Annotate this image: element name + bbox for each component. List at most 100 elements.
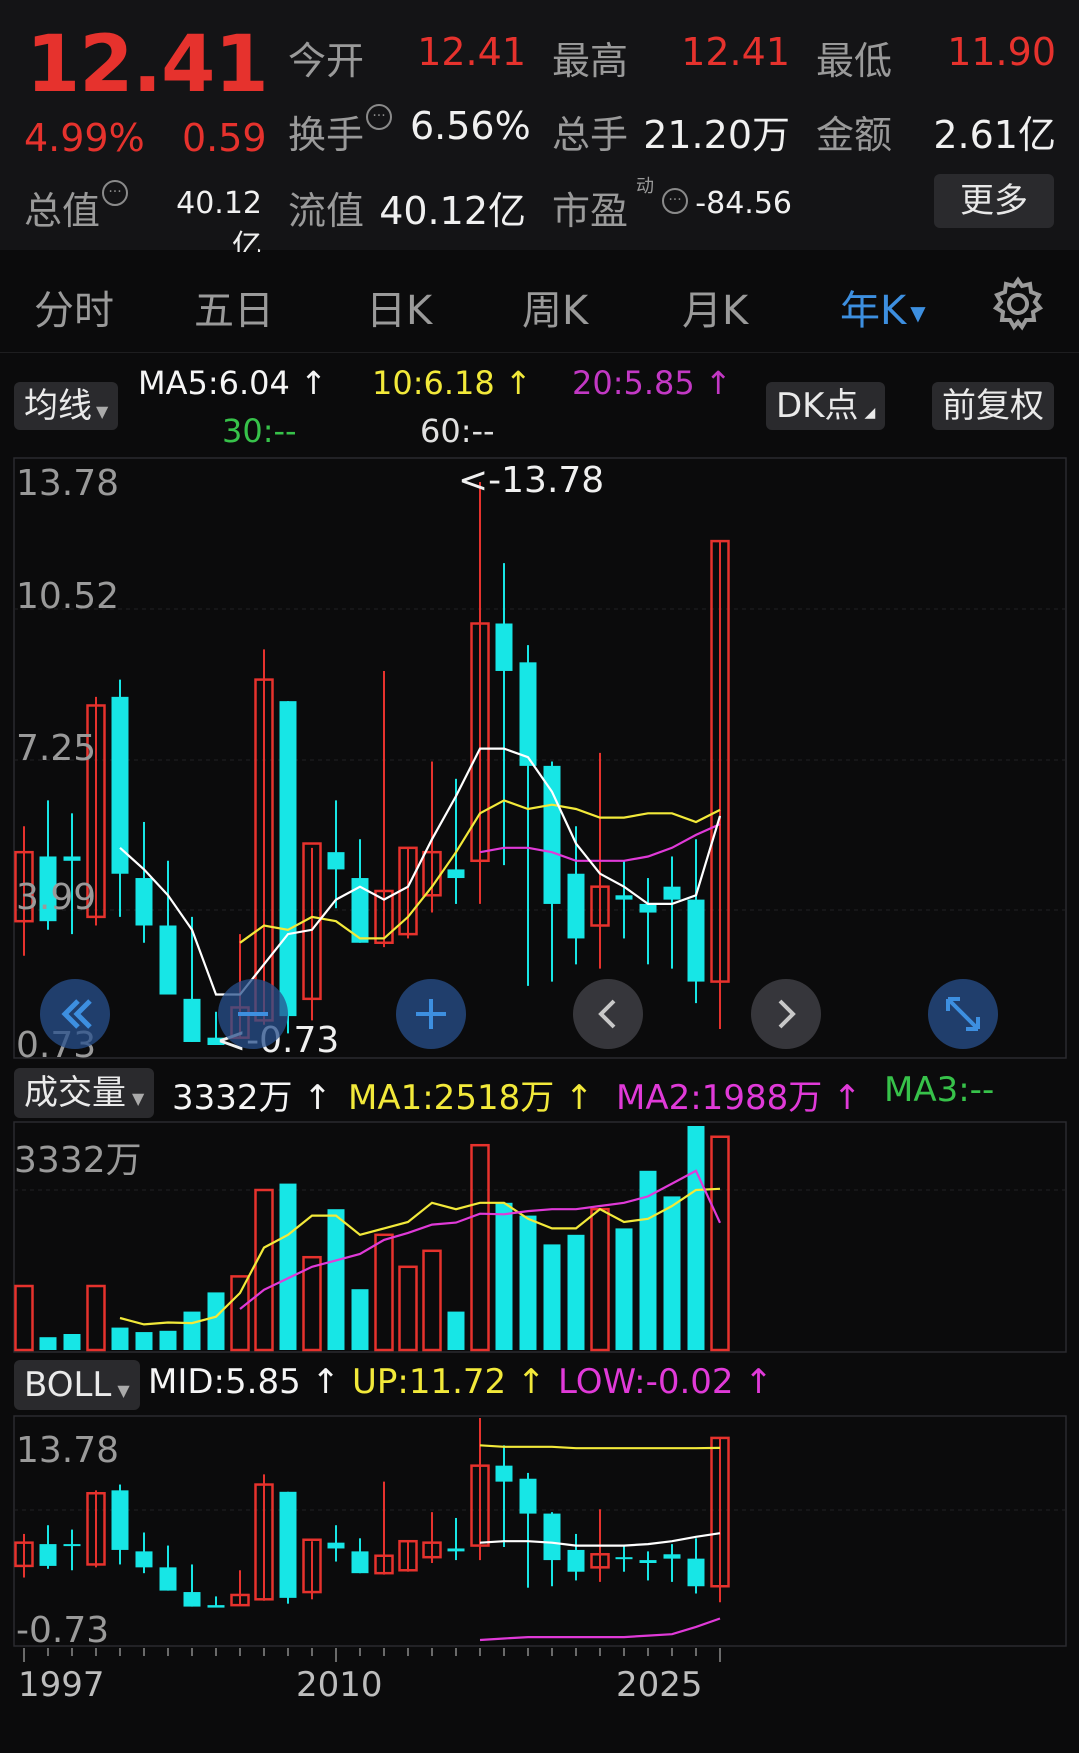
candle: [543, 765, 561, 904]
boll-mid-label: MID:5.85 ↑: [148, 1362, 340, 1402]
candle: [351, 878, 369, 943]
volume-bar: [639, 1170, 657, 1350]
zoom-in-button[interactable]: [396, 979, 466, 1049]
boll-candle: [279, 1491, 297, 1598]
boll-selector[interactable]: BOLL ▼: [14, 1360, 140, 1410]
settings-gear-icon[interactable]: [990, 276, 1046, 332]
candle: [447, 869, 465, 879]
ma20-text: 20:5.85: [572, 364, 695, 402]
tab-monthly-k[interactable]: 月K: [682, 278, 748, 336]
volume-value-label: 3332万 ↑: [172, 1078, 332, 1118]
high-marker: <-13.78: [458, 460, 604, 501]
boll-candle: [543, 1513, 561, 1561]
volume-bar: [543, 1244, 561, 1350]
tab-yearly-k[interactable]: 年K ▼: [840, 278, 926, 336]
mktcap-label: 总值 ···: [24, 180, 129, 235]
double-left-button[interactable]: [40, 979, 110, 1049]
info-icon[interactable]: ···: [662, 188, 688, 214]
volume-bar: [567, 1234, 585, 1350]
open-value: 12.41: [417, 30, 526, 74]
previous-button[interactable]: [573, 979, 643, 1049]
y-tick-label: 10.52: [16, 576, 119, 617]
ma10-text: 10:6.18: [372, 364, 495, 402]
vol-ma1-line: [119, 1187, 721, 1326]
low-label: 最低: [816, 39, 893, 83]
ma20-label: 20:5.85 ↑: [572, 364, 732, 402]
candle: [422, 850, 442, 897]
amount-label: 金额: [816, 113, 893, 157]
period-tabs: 分时 五日 日K 周K 月K 年K ▼: [0, 252, 1079, 353]
pe-info[interactable]: ···: [660, 188, 688, 214]
turnover-label: 换手 ···: [288, 104, 393, 159]
next-button[interactable]: [751, 979, 821, 1049]
info-icon[interactable]: ···: [366, 104, 393, 130]
tab-intraday[interactable]: 分时: [34, 278, 114, 336]
change-amount: 0.59: [182, 116, 267, 160]
boll-tick-label: -0.73: [16, 1610, 109, 1651]
boll-candle: [447, 1548, 465, 1552]
candle: [470, 622, 490, 863]
candle: [86, 704, 106, 919]
boll-candle: [351, 1551, 369, 1574]
boll-low-line: [479, 1617, 721, 1642]
boll-candle: [710, 1436, 730, 1588]
open-label: 今开: [288, 39, 365, 83]
boll-candle: [495, 1465, 513, 1482]
volume-bar: [710, 1135, 730, 1352]
boll-low-label: LOW:-0.02 ↑: [558, 1362, 773, 1402]
ma5-text: MA5:6.04: [138, 364, 290, 402]
boll-candle: [422, 1541, 442, 1559]
boll-candle: [111, 1490, 129, 1550]
volume-selector[interactable]: 成交量 ▼: [14, 1068, 155, 1118]
info-icon[interactable]: ···: [102, 180, 129, 206]
forward-adjust-button[interactable]: 前复权: [932, 382, 1054, 430]
volume-bar: [351, 1289, 369, 1350]
amount-value: 2.61亿: [933, 113, 1056, 157]
candle: [495, 623, 513, 671]
ma10-line: [239, 799, 721, 944]
volume-bar: [254, 1188, 274, 1352]
dropdown-arrow-icon: ▼: [910, 301, 926, 325]
boll-candle: [86, 1492, 106, 1566]
boll-candle: [398, 1539, 418, 1572]
candle: [567, 873, 585, 939]
ma-selector[interactable]: 均线 ▼: [14, 382, 119, 430]
candle: [374, 889, 394, 945]
fullscreen-button[interactable]: [928, 979, 998, 1049]
candle: [327, 852, 345, 870]
dk-point-button[interactable]: DK点 ◢: [766, 382, 886, 430]
boll-tick-label: 13.78: [16, 1430, 119, 1471]
vol-ma1-label: MA1:2518万 ↑: [348, 1078, 594, 1118]
tab-weekly-k[interactable]: 周K: [522, 278, 588, 336]
volume-bar: [279, 1183, 297, 1350]
high-label: 最高: [552, 39, 629, 83]
volume-bar: [111, 1327, 129, 1350]
boll-candle: [14, 1541, 34, 1568]
ma-selector-label: 均线: [24, 386, 92, 426]
right-icon: [778, 999, 796, 1029]
pe-value: -84.56: [695, 186, 792, 221]
volume-bar: [398, 1265, 418, 1352]
x-tick-label: 2010: [296, 1665, 383, 1705]
candle: [111, 696, 129, 874]
tab-yearly-k-label: 年K: [840, 288, 907, 334]
volume-bar: [374, 1233, 394, 1352]
chart-panel-border: [13, 1121, 1067, 1353]
fullscreen-icon: [946, 997, 980, 1031]
turnover-value: 6.56%: [410, 104, 531, 148]
candle: [663, 886, 681, 900]
volume-label: 总手: [552, 113, 629, 157]
candle: [183, 998, 201, 1042]
ma5-line: [119, 747, 722, 996]
dropdown-arrow-icon: ▼: [117, 1381, 130, 1400]
tab-five-day[interactable]: 五日: [194, 278, 274, 336]
candle: [135, 878, 153, 926]
float-value: 40.12亿: [379, 189, 526, 233]
tab-daily-k[interactable]: 日K: [366, 278, 432, 336]
zoom-out-button[interactable]: [218, 979, 288, 1049]
vol-ma2-label: MA2:1988万 ↑: [616, 1078, 862, 1118]
boll-candle: [567, 1549, 585, 1572]
boll-candle: [63, 1544, 81, 1547]
volume-bar: [39, 1337, 57, 1350]
more-button[interactable]: 更多: [934, 174, 1054, 228]
